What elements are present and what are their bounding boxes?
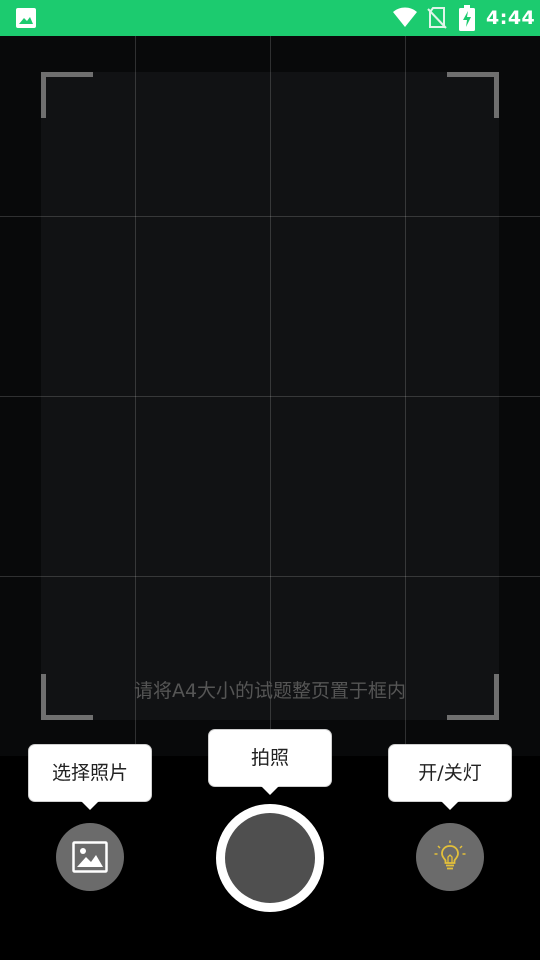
no-sim-icon <box>427 7 447 29</box>
capture-tooltip: 拍照 <box>209 730 331 795</box>
capture-button[interactable] <box>216 804 324 912</box>
light-toggle-button[interactable] <box>416 823 484 891</box>
wifi-icon <box>393 7 417 27</box>
lightbulb-icon <box>434 840 466 870</box>
frame-corner-top-left <box>41 72 93 118</box>
grid-line <box>0 216 540 217</box>
light-toggle-tooltip: 开/关灯 <box>389 745 511 810</box>
battery-charging-icon <box>459 5 475 31</box>
status-bar: 4:44 <box>0 0 540 36</box>
choose-photo-tooltip: 选择照片 <box>29 745 151 810</box>
grid-line <box>0 396 540 397</box>
scan-hint: 请将A4大小的试题整页置于框内 <box>133 680 407 702</box>
grid-line <box>0 576 540 577</box>
camera-viewfinder[interactable]: 请将A4大小的试题整页置于框内 <box>0 36 540 756</box>
gallery-icon <box>16 8 36 28</box>
status-time: 4:44 <box>486 7 536 29</box>
choose-photo-button[interactable] <box>56 823 124 891</box>
frame-corner-top-right <box>447 72 499 118</box>
capture-button-inner <box>225 813 315 903</box>
image-icon <box>72 841 108 873</box>
